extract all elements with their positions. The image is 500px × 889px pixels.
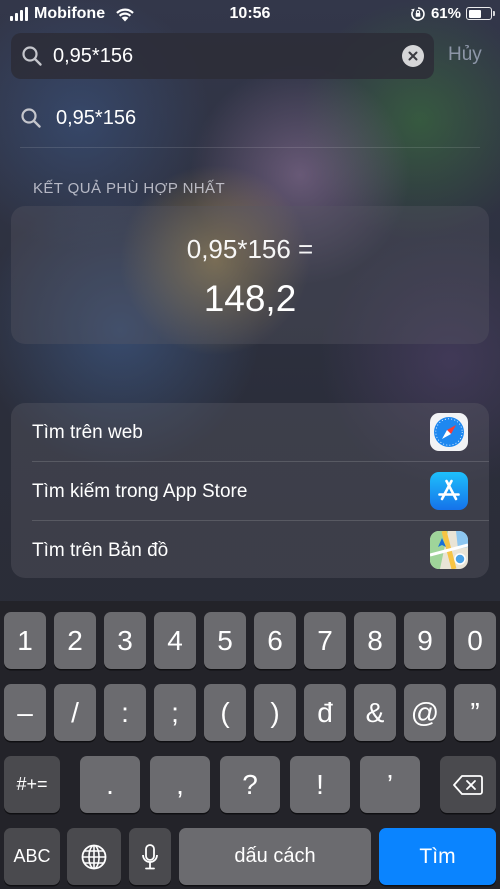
key-space[interactable]: dấu cách <box>179 828 371 885</box>
action-label: Tìm kiếm trong App Store <box>32 481 248 502</box>
search-icon <box>22 46 42 66</box>
suggestion-text: 0,95*156 <box>56 107 137 129</box>
key-ampersand[interactable]: & <box>354 684 396 741</box>
key-0[interactable]: 0 <box>454 612 496 669</box>
calculator-result: 148,2 <box>203 278 297 319</box>
key-quote[interactable]: ” <box>454 684 496 741</box>
key-5[interactable]: 5 <box>204 612 246 669</box>
maps-icon <box>430 531 468 569</box>
close-icon <box>408 51 418 61</box>
key-slash[interactable]: / <box>54 684 96 741</box>
key-dash[interactable]: – <box>4 684 46 741</box>
section-header-top-hit: KẾT QUẢ PHÙ HỢP NHẤT <box>33 180 226 197</box>
microphone-icon <box>142 843 158 869</box>
search-actions-card: Tìm trên web Tìm kiếm trong App Store Tì… <box>11 403 489 578</box>
battery-fill <box>468 9 482 18</box>
search-icon <box>21 108 41 128</box>
key-3[interactable]: 3 <box>104 612 146 669</box>
battery-percent: 61% <box>430 5 461 22</box>
key-8[interactable]: 8 <box>354 612 396 669</box>
key-9[interactable]: 9 <box>404 612 446 669</box>
status-right: 61% <box>410 5 495 22</box>
key-comma[interactable]: , <box>150 756 210 813</box>
globe-icon <box>81 844 107 869</box>
orientation-lock-icon <box>410 6 425 21</box>
key-period[interactable]: . <box>80 756 140 813</box>
clear-search-button[interactable] <box>402 45 424 67</box>
action-label: Tìm trên Bản đồ <box>32 540 169 561</box>
key-7[interactable]: 7 <box>304 612 346 669</box>
safari-icon <box>430 413 468 451</box>
key-symbols-toggle[interactable]: #+= <box>4 756 60 813</box>
key-exclamation[interactable]: ! <box>290 756 350 813</box>
backspace-icon <box>453 774 483 795</box>
key-open-paren[interactable]: ( <box>204 684 246 741</box>
key-abc[interactable]: ABC <box>4 828 60 885</box>
key-close-paren[interactable]: ) <box>254 684 296 741</box>
key-6[interactable]: 6 <box>254 612 296 669</box>
battery-icon <box>466 7 495 20</box>
search-suggestion[interactable]: 0,95*156 <box>20 100 480 136</box>
key-at[interactable]: @ <box>404 684 446 741</box>
key-search[interactable]: Tìm <box>379 828 496 885</box>
key-question[interactable]: ? <box>220 756 280 813</box>
key-colon[interactable]: : <box>104 684 146 741</box>
calculator-result-card[interactable]: 0,95*156 = 148,2 <box>11 206 489 344</box>
action-search-app-store[interactable]: Tìm kiếm trong App Store <box>11 462 489 520</box>
key-globe[interactable] <box>67 828 121 885</box>
search-query-text[interactable]: 0,95*156 <box>53 45 133 68</box>
key-delete[interactable] <box>440 756 496 813</box>
keyboard: 1 2 3 4 5 6 7 8 9 0 – / : ; ( ) đ & @ ” … <box>0 601 500 889</box>
key-dictation[interactable] <box>129 828 171 885</box>
key-d-stroke[interactable]: đ <box>304 684 346 741</box>
action-search-web[interactable]: Tìm trên web <box>11 403 489 461</box>
key-semicolon[interactable]: ; <box>154 684 196 741</box>
cancel-button[interactable]: Hủy <box>448 44 482 66</box>
key-4[interactable]: 4 <box>154 612 196 669</box>
app-store-icon <box>430 472 468 510</box>
search-field[interactable]: 0,95*156 <box>11 33 434 79</box>
key-1[interactable]: 1 <box>4 612 46 669</box>
action-search-maps[interactable]: Tìm trên Bản đồ <box>11 521 489 579</box>
calculator-expression: 0,95*156 = <box>186 234 314 264</box>
status-bar: Mobifone 10:56 61% <box>0 0 500 30</box>
key-apostrophe[interactable]: ’ <box>360 756 420 813</box>
key-2[interactable]: 2 <box>54 612 96 669</box>
divider <box>20 147 480 148</box>
action-label: Tìm trên web <box>32 422 143 443</box>
